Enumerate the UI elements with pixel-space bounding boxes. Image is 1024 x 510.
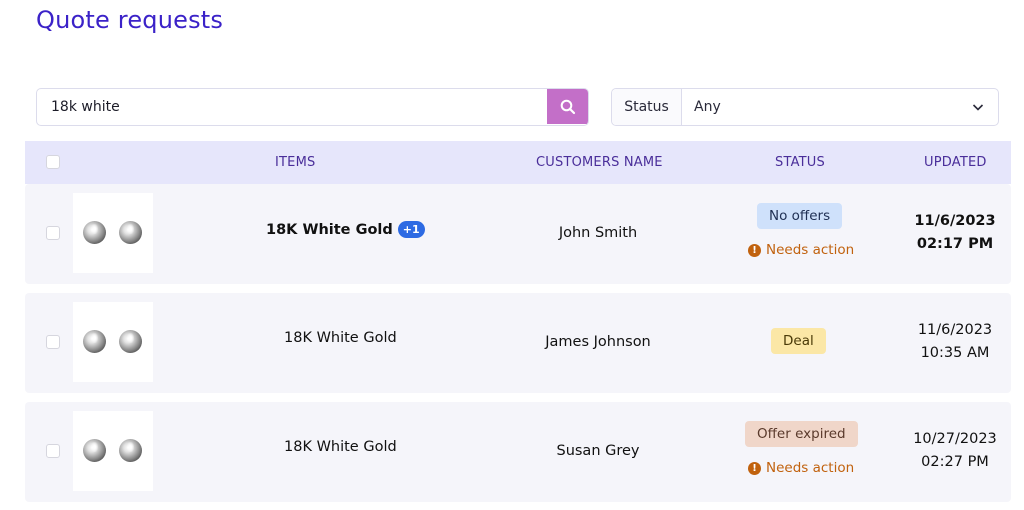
column-header-customer: CUSTOMERS NAME <box>536 155 663 170</box>
column-header-updated: UPDATED <box>924 155 987 170</box>
search-box <box>36 88 589 126</box>
alert-icon: ! <box>748 461 761 475</box>
updated-datetime: 11/6/2023 10:35 AM <box>917 322 993 361</box>
column-header-items: ITEMS <box>275 155 316 170</box>
needs-action-label: ! Needs action <box>748 460 854 476</box>
search-button[interactable] <box>547 89 588 124</box>
alert-icon: ! <box>748 243 761 257</box>
customer-name: John Smith <box>558 225 638 241</box>
status-badge: Offer expired <box>745 421 858 447</box>
customer-name: Susan Grey <box>556 443 640 459</box>
extra-items-badge: +1 <box>397 221 425 238</box>
page-title: Quote requests <box>36 6 224 34</box>
chevron-down-icon <box>972 104 984 111</box>
table-row[interactable]: 18K White Gold Susan Grey Offer expired … <box>25 402 1011 502</box>
table-header: ITEMS CUSTOMERS NAME STATUS UPDATED <box>25 141 1011 184</box>
updated-datetime: 11/6/2023 02:17 PM <box>914 213 996 252</box>
item-name: 18K White Gold <box>284 439 397 455</box>
column-header-status: STATUS <box>775 155 825 170</box>
status-filter-label: Status <box>612 89 682 125</box>
status-badge: Deal <box>771 328 826 354</box>
item-name: 18K White Gold +1 <box>266 221 425 238</box>
status-badge: No offers <box>757 203 843 229</box>
updated-datetime: 10/27/2023 02:27 PM <box>913 431 997 470</box>
status-select[interactable]: Any <box>682 89 998 125</box>
search-input[interactable] <box>37 89 548 124</box>
product-thumbnail <box>73 411 153 491</box>
needs-action-label: ! Needs action <box>748 242 854 258</box>
customer-name: James Johnson <box>545 334 651 350</box>
status-select-value: Any <box>694 99 721 115</box>
select-all-checkbox[interactable] <box>46 155 60 169</box>
row-checkbox[interactable] <box>46 444 60 458</box>
status-filter: Status Any <box>611 88 999 126</box>
row-checkbox[interactable] <box>46 226 60 240</box>
search-icon <box>560 99 575 114</box>
table-row[interactable]: 18K White Gold +1 John Smith No offers ! N… <box>25 184 1011 284</box>
row-checkbox[interactable] <box>46 335 60 349</box>
product-thumbnail <box>73 302 153 382</box>
product-thumbnail <box>73 193 153 273</box>
table-row[interactable]: 18K White Gold James Johnson Deal 11/6/2… <box>25 293 1011 393</box>
item-name: 18K White Gold <box>284 330 397 346</box>
